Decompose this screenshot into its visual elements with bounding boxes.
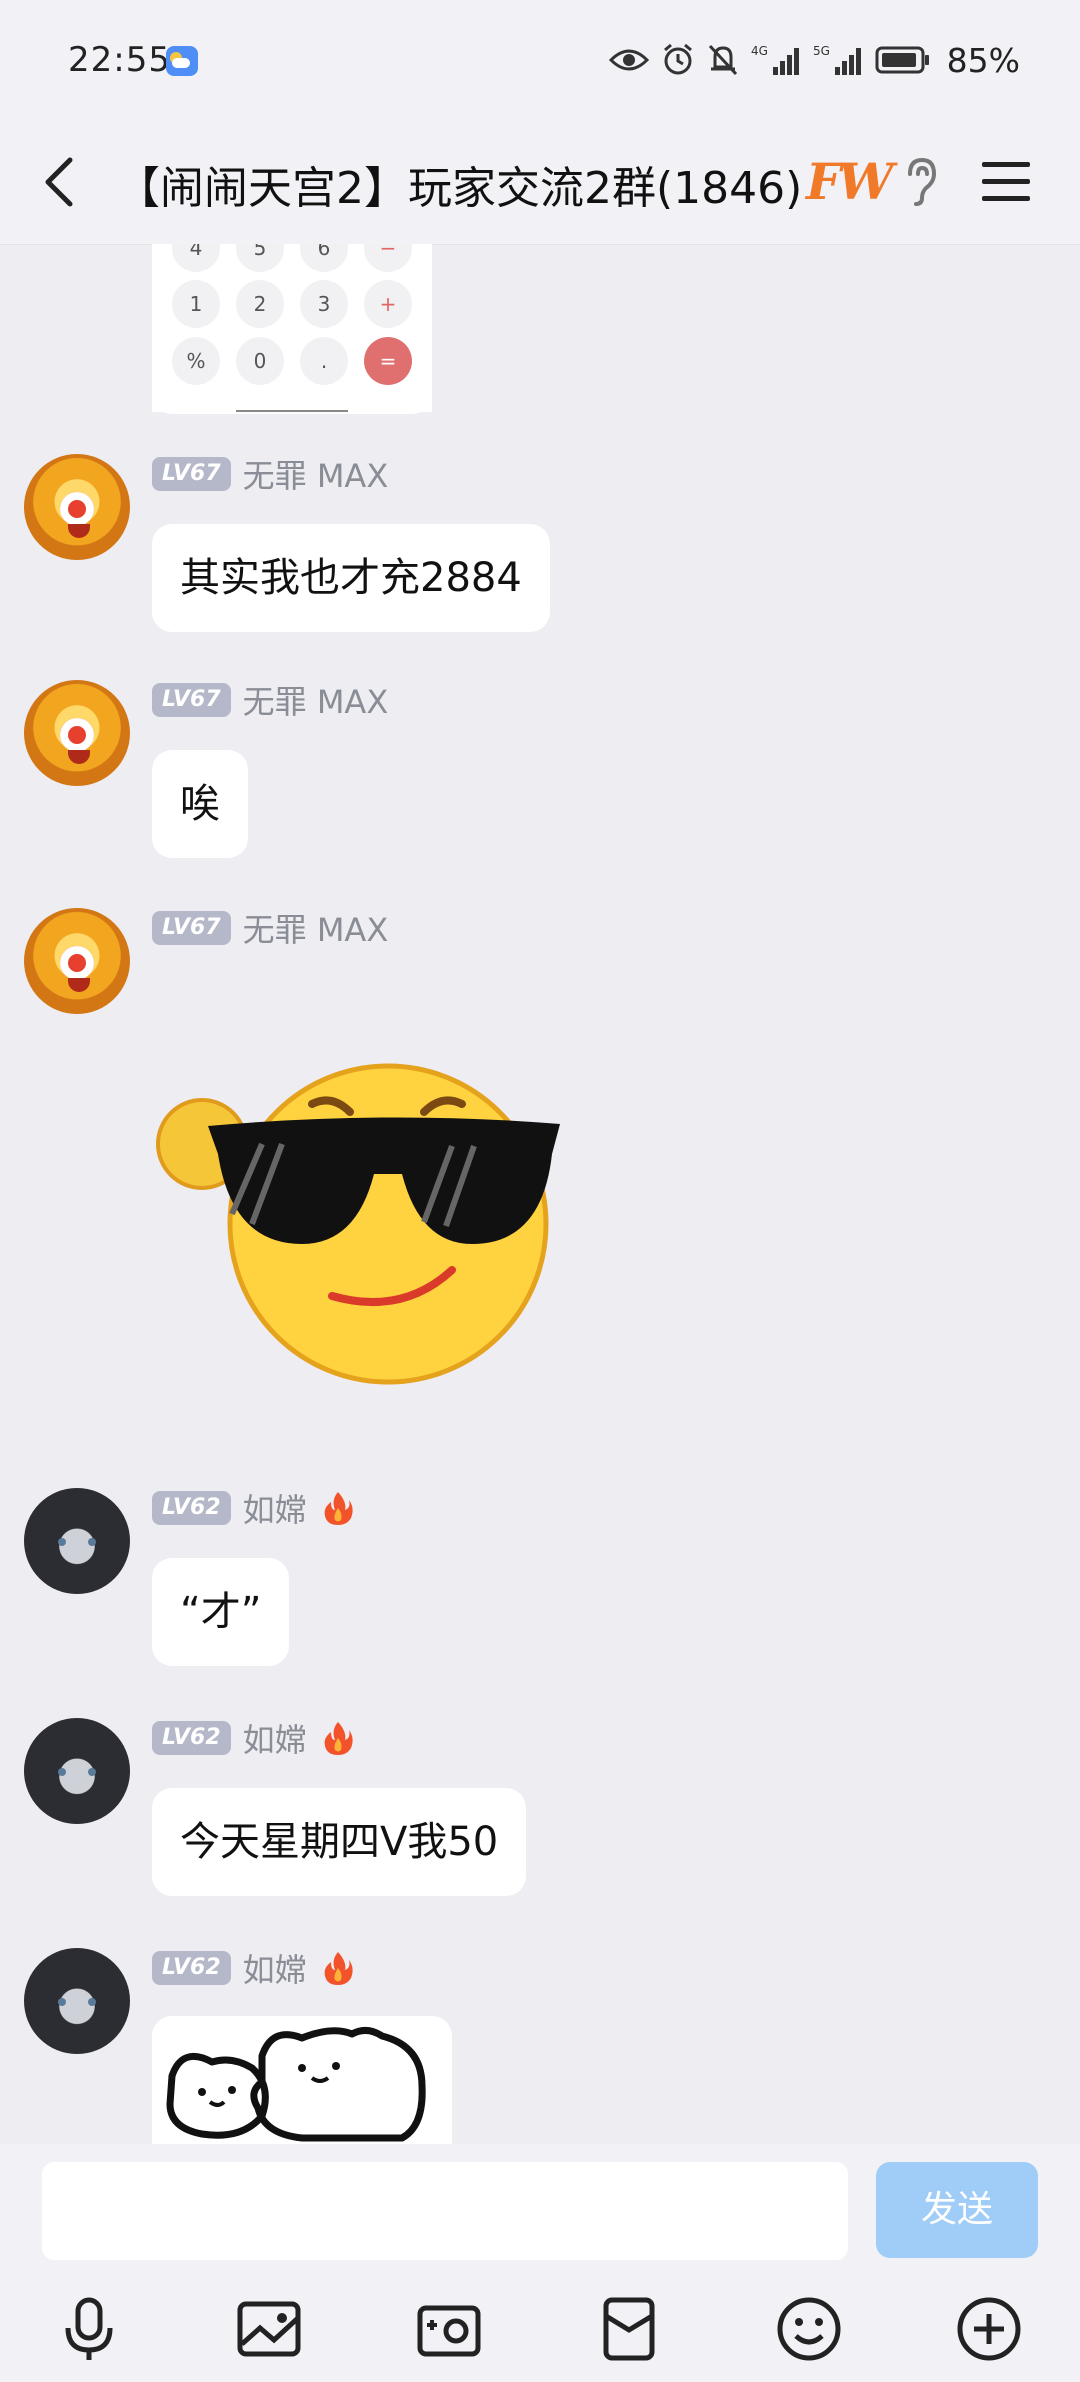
status-bar: 22:55 4G 5G 85%: [0, 0, 1080, 124]
message-meta: LV62 如嫦: [152, 1485, 355, 1531]
level-badge: LV62: [152, 1491, 231, 1525]
nickname[interactable]: 如嫦: [243, 1945, 307, 1991]
fire-icon: [324, 1492, 353, 1525]
calc-key: 3: [300, 280, 348, 328]
weather-icon: [166, 46, 198, 76]
avatar[interactable]: [24, 680, 130, 786]
plus-icon[interactable]: [954, 2294, 1024, 2364]
message-bubble[interactable]: “才”: [152, 1558, 290, 1666]
level-badge: LV67: [152, 457, 231, 491]
message-meta: LV67 无罪 MAX: [152, 677, 389, 723]
camera-icon[interactable]: [414, 2294, 484, 2364]
avatar[interactable]: [24, 454, 130, 560]
emoji-icon[interactable]: [774, 2294, 844, 2364]
calc-key: 4: [172, 244, 220, 272]
calc-key: .: [300, 337, 348, 385]
eye-icon: [608, 49, 649, 71]
signal-5g-icon: 5G: [813, 44, 861, 75]
sunglasses-emoji-sticker[interactable]: [152, 1054, 572, 1394]
calc-key: −: [364, 244, 412, 272]
image-icon[interactable]: [234, 2294, 304, 2364]
nickname[interactable]: 无罪 MAX: [243, 677, 389, 723]
calc-key: 5: [236, 244, 284, 272]
avatar[interactable]: [24, 1718, 130, 1824]
svg-text:5G: 5G: [813, 44, 830, 58]
nickname[interactable]: 如嫦: [243, 1715, 307, 1761]
avatar[interactable]: [24, 1948, 130, 2054]
message-list[interactable]: 4 5 6 − 1 2 3 + % 0 . = LV67 无罪 MAX 其实我也…: [0, 244, 1080, 2144]
calculator-divider: [236, 410, 348, 412]
calc-key: +: [364, 280, 412, 328]
calc-key: =: [364, 337, 412, 385]
doodle-cats-icon: [166, 2027, 426, 2142]
chat-header: 【闹闹天宫2】玩家交流2群(1846) FW: [0, 124, 1080, 245]
message-bubble[interactable]: 其实我也才充2884: [152, 524, 550, 632]
menu-icon[interactable]: [980, 154, 1032, 210]
microphone-icon[interactable]: [54, 2294, 124, 2364]
calc-key: 2: [236, 280, 284, 328]
message-meta: LV62 如嫦: [152, 1715, 355, 1761]
mute-icon: [708, 44, 737, 76]
level-badge: LV67: [152, 911, 231, 945]
alarm-icon: [663, 43, 692, 75]
level-badge: LV62: [152, 1721, 231, 1755]
calc-key: %: [172, 337, 220, 385]
earpiece-icon[interactable]: [900, 154, 944, 208]
calc-key: 0: [236, 337, 284, 385]
red-packet-icon[interactable]: [594, 2294, 664, 2364]
group-badge: FW: [806, 152, 894, 211]
nickname[interactable]: 如嫦: [243, 1485, 307, 1531]
message-bubble[interactable]: 唉: [152, 750, 248, 858]
calc-key: 1: [172, 280, 220, 328]
signal-4g-icon: 4G: [751, 44, 799, 75]
back-arrow-icon[interactable]: [30, 150, 94, 214]
level-badge: LV67: [152, 683, 231, 717]
status-icons: 4G 5G 85%: [608, 40, 1020, 80]
message-input[interactable]: [42, 2162, 848, 2260]
send-button[interactable]: 发送: [876, 2162, 1038, 2258]
doodle-sticker[interactable]: [152, 2016, 452, 2144]
status-time: 22:55: [68, 40, 171, 80]
message-bubble[interactable]: 今天星期四V我50: [152, 1788, 527, 1896]
battery-icon: [875, 46, 929, 74]
fire-icon: [324, 1722, 353, 1755]
input-bar: 发送: [0, 2144, 1080, 2382]
battery-percent: 85%: [946, 40, 1020, 80]
message-meta: LV62 如嫦: [152, 1945, 355, 1991]
level-badge: LV62: [152, 1951, 231, 1985]
chat-title[interactable]: 【闹闹天宫2】玩家交流2群(1846): [116, 152, 802, 216]
fire-icon: [324, 1952, 353, 1985]
avatar[interactable]: [24, 908, 130, 1014]
message-meta: LV67 无罪 MAX: [152, 905, 389, 951]
avatar[interactable]: [24, 1488, 130, 1594]
svg-text:4G: 4G: [751, 44, 768, 58]
message-meta: LV67 无罪 MAX: [152, 451, 389, 497]
calc-key: 6: [300, 244, 348, 272]
nickname[interactable]: 无罪 MAX: [243, 451, 389, 497]
nickname[interactable]: 无罪 MAX: [243, 905, 389, 951]
